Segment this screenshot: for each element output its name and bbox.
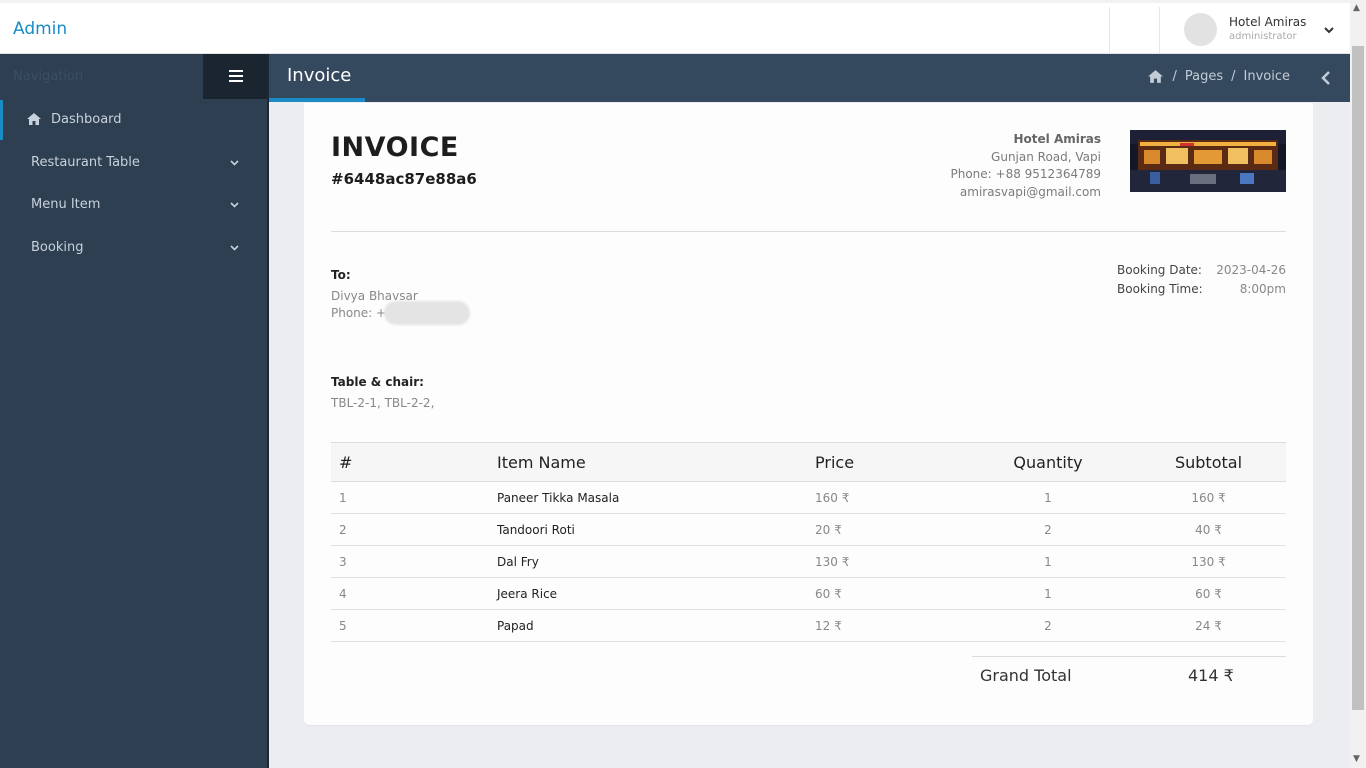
column-header-item-name: Item Name xyxy=(497,442,815,482)
to-label: To: xyxy=(331,268,351,282)
item-quantity: 1 xyxy=(965,545,1131,578)
page-header-accent xyxy=(269,98,365,102)
item-quantity: 2 xyxy=(965,513,1131,546)
user-name[interactable]: Hotel Amiras xyxy=(1229,15,1306,29)
sidebar-item-booking[interactable]: Booking xyxy=(0,228,267,268)
breadcrumb-item-invoice: Invoice xyxy=(1243,69,1290,84)
grand-total-value: 414 ₹ xyxy=(1188,666,1234,685)
page-header: Invoice / Pages / Invoice xyxy=(269,54,1350,102)
booking-time-label: Booking Time: xyxy=(1117,282,1203,296)
invoice-card: INVOICE #6448ac87e88a6 Hotel Amiras Gunj… xyxy=(304,103,1313,725)
item-price: 20 ₹ xyxy=(815,513,965,546)
table-header-row: # Item Name Price Quantity Subtotal xyxy=(331,442,1286,482)
column-header-number: # xyxy=(331,442,497,482)
item-subtotal: 60 ₹ xyxy=(1131,577,1286,610)
table-row: 5 Papad 12 ₹ 2 24 ₹ xyxy=(331,609,1286,642)
divider xyxy=(1109,7,1110,53)
user-menu-chevron-down-icon[interactable] xyxy=(1322,23,1336,37)
item-name: Dal Fry xyxy=(497,545,815,578)
breadcrumb: / Pages / Invoice xyxy=(1147,69,1290,84)
chevron-down-icon xyxy=(230,245,239,251)
chevron-down-icon xyxy=(230,202,239,208)
hotel-address: Gunjan Road, Vapi xyxy=(991,149,1101,164)
item-name: Tandoori Roti xyxy=(497,513,815,546)
item-quantity: 2 xyxy=(965,609,1131,642)
hotel-info: Hotel Amiras Gunjan Road, Vapi Phone: +8… xyxy=(950,131,1101,201)
sidebar-item-label: Booking xyxy=(31,240,84,255)
page-title: Invoice xyxy=(287,65,352,86)
invoice-title: INVOICE xyxy=(331,132,459,163)
table-row: 1 Paneer Tikka Masala 160 ₹ 1 160 ₹ xyxy=(331,481,1286,514)
sidebar-item-label: Menu Item xyxy=(31,197,101,212)
chevron-left-icon[interactable] xyxy=(1320,70,1332,86)
table-row: 4 Jeera Rice 60 ₹ 1 60 ₹ xyxy=(331,577,1286,610)
home-icon[interactable] xyxy=(1147,69,1164,84)
divider xyxy=(331,231,1286,232)
chevron-down-icon xyxy=(230,160,239,166)
booking-time-value: 8:00pm xyxy=(1239,282,1286,296)
item-name: Jeera Rice xyxy=(497,577,815,610)
sidebar-item-restaurant-table[interactable]: Restaurant Table xyxy=(0,143,267,183)
item-number: 1 xyxy=(331,481,497,514)
item-number: 2 xyxy=(331,513,497,546)
tables-value: TBL-2-1, TBL-2-2, xyxy=(331,396,435,410)
invoice-number: #6448ac87e88a6 xyxy=(331,170,477,188)
hotel-photo xyxy=(1130,130,1286,192)
hotel-email: amirasvapi@gmail.com xyxy=(959,184,1101,199)
home-icon xyxy=(27,113,41,125)
breadcrumb-separator: / xyxy=(1231,69,1236,84)
item-subtotal: 24 ₹ xyxy=(1131,609,1286,642)
hamburger-icon xyxy=(229,70,243,82)
top-bar: Admin Hotel Amiras administrator xyxy=(0,0,1350,54)
grand-total-divider xyxy=(972,656,1286,657)
item-number: 3 xyxy=(331,545,497,578)
item-number: 5 xyxy=(331,609,497,642)
sidebar-item-dashboard[interactable]: Dashboard xyxy=(0,100,267,140)
invoice-items-table: # Item Name Price Quantity Subtotal 1 Pa… xyxy=(331,442,1286,642)
hotel-name: Hotel Amiras xyxy=(1013,132,1101,146)
column-header-quantity: Quantity xyxy=(965,442,1131,482)
sidebar-nav-title: Navigation xyxy=(13,69,84,84)
sidebar-item-menu-item[interactable]: Menu Item xyxy=(0,185,267,225)
booking-date-value: 2023-04-26 xyxy=(1216,263,1286,277)
user-role: administrator xyxy=(1229,31,1297,42)
booking-date-label: Booking Date: xyxy=(1117,263,1202,277)
table-row: 2 Tandoori Roti 20 ₹ 2 40 ₹ xyxy=(331,513,1286,546)
item-name: Papad xyxy=(497,609,815,642)
sidebar-toggle-button[interactable] xyxy=(203,54,268,99)
hotel-phone: Phone: +88 9512364789 xyxy=(950,167,1101,181)
item-price: 12 ₹ xyxy=(815,609,965,642)
scroll-down-arrow-icon[interactable]: ▼ xyxy=(1353,754,1360,764)
item-subtotal: 160 ₹ xyxy=(1131,481,1286,514)
breadcrumb-separator: / xyxy=(1172,69,1177,84)
scrollbar-thumb[interactable] xyxy=(1352,46,1364,710)
column-header-subtotal: Subtotal xyxy=(1131,442,1286,482)
brand-logo[interactable]: Admin xyxy=(13,19,67,39)
scroll-up-arrow-icon[interactable]: ▲ xyxy=(1353,3,1360,13)
item-number: 4 xyxy=(331,577,497,610)
sidebar-item-label: Dashboard xyxy=(51,112,122,127)
item-price: 60 ₹ xyxy=(815,577,965,610)
divider xyxy=(1159,7,1160,53)
item-subtotal: 40 ₹ xyxy=(1131,513,1286,546)
breadcrumb-item-pages[interactable]: Pages xyxy=(1185,69,1223,84)
sidebar-item-label: Restaurant Table xyxy=(31,155,140,170)
redaction-blur xyxy=(384,301,470,325)
column-header-price: Price xyxy=(815,442,965,482)
sidebar: Navigation Dashboard Restaurant Table Me… xyxy=(0,54,268,768)
item-quantity: 1 xyxy=(965,481,1131,514)
table-row: 3 Dal Fry 130 ₹ 1 130 ₹ xyxy=(331,545,1286,578)
avatar[interactable] xyxy=(1184,13,1217,46)
tables-label: Table & chair: xyxy=(331,375,424,389)
item-price: 130 ₹ xyxy=(815,545,965,578)
item-name: Paneer Tikka Masala xyxy=(497,481,815,514)
grand-total-label: Grand Total xyxy=(980,666,1072,685)
item-subtotal: 130 ₹ xyxy=(1131,545,1286,578)
item-price: 160 ₹ xyxy=(815,481,965,514)
item-quantity: 1 xyxy=(965,577,1131,610)
sidebar-edge xyxy=(267,54,269,768)
